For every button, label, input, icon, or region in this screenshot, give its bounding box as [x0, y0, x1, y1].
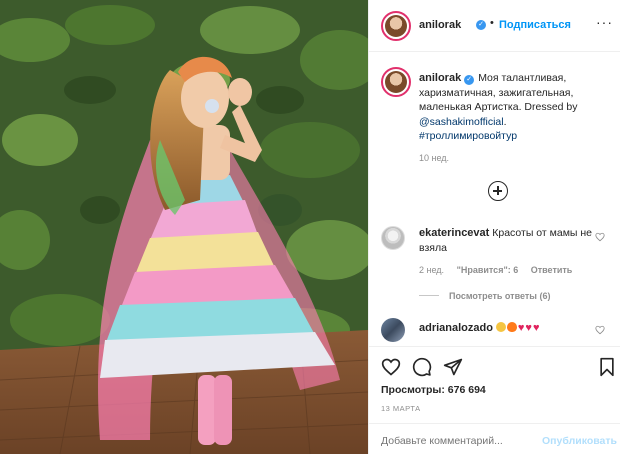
comment-item: adrianalozado ♥♥♥ — [419, 321, 594, 336]
plus-circle-icon[interactable] — [488, 181, 508, 201]
reply-button[interactable]: Ответить — [531, 265, 573, 275]
verified-badge-icon: ✓ — [476, 20, 486, 30]
commenter-avatar[interactable] — [381, 226, 405, 250]
comment-item: ekaterincevat Красоты от мамы не взяла — [419, 226, 594, 255]
post-actions: Просмотры: 676 694 13 МАРТА Опубликовать — [369, 346, 620, 454]
comment-like-heart-icon[interactable] — [595, 232, 605, 242]
comment-meta: 2 нед. "Нравится": 6 Ответить — [419, 265, 582, 275]
share-icon[interactable] — [443, 357, 463, 377]
view-count[interactable]: Просмотры: 676 694 — [381, 384, 486, 396]
post-caption: anilorak ✓ Моя талантливая, харизматичная,… — [419, 71, 614, 144]
caption-mention-link[interactable]: @sashakimofficial — [419, 116, 504, 128]
comment-username[interactable]: ekaterincevat — [419, 227, 489, 239]
comment-icon[interactable] — [412, 357, 432, 377]
caption-time[interactable]: 10 нед. — [419, 153, 449, 163]
view-replies-button[interactable]: Посмотреть ответы (6) — [419, 291, 550, 301]
post-media[interactable] — [0, 0, 368, 454]
caption-username[interactable]: anilorak — [419, 72, 461, 84]
author-avatar[interactable] — [381, 11, 411, 41]
add-comment-input[interactable] — [381, 435, 531, 447]
more-options-icon[interactable]: ··· — [596, 14, 613, 30]
comment-username[interactable]: adrianalozado — [419, 322, 493, 334]
red-heart-emoji-icon: ♥ — [517, 322, 525, 334]
add-comment-bar: Опубликовать — [369, 423, 620, 454]
heart-icon[interactable] — [381, 357, 401, 377]
comment-like-heart-icon[interactable] — [595, 325, 605, 335]
caption-punctuation: . — [503, 115, 507, 128]
caption-author-avatar[interactable] — [381, 67, 411, 97]
comment-time[interactable]: 2 нед. — [419, 265, 444, 275]
post-details-panel: anilorak ✓ • Подписаться ··· anilorak ✓ Мо… — [368, 0, 620, 454]
post-video-frame — [0, 0, 368, 454]
post-date[interactable]: 13 МАРТА — [381, 404, 421, 413]
red-heart-emoji-icon: ♥ — [532, 322, 540, 334]
commenter-avatar[interactable] — [381, 318, 405, 342]
verified-badge-icon: ✓ — [464, 75, 475, 85]
red-heart-emoji-icon: ♥ — [525, 322, 532, 334]
post-header: anilorak ✓ • Подписаться ··· — [369, 0, 620, 52]
separator-dot: • — [490, 17, 494, 29]
laughing-emoji-icon — [495, 322, 506, 332]
comment-likes[interactable]: "Нравится": 6 — [457, 265, 519, 275]
follow-button[interactable]: Подписаться — [499, 19, 571, 31]
caption-hashtag-link[interactable]: #троллимировойтур — [419, 130, 517, 142]
bookmark-icon[interactable] — [597, 357, 617, 377]
fire-emoji-icon — [506, 322, 517, 332]
author-username[interactable]: anilorak — [419, 19, 461, 31]
publish-button[interactable]: Опубликовать — [542, 435, 617, 447]
